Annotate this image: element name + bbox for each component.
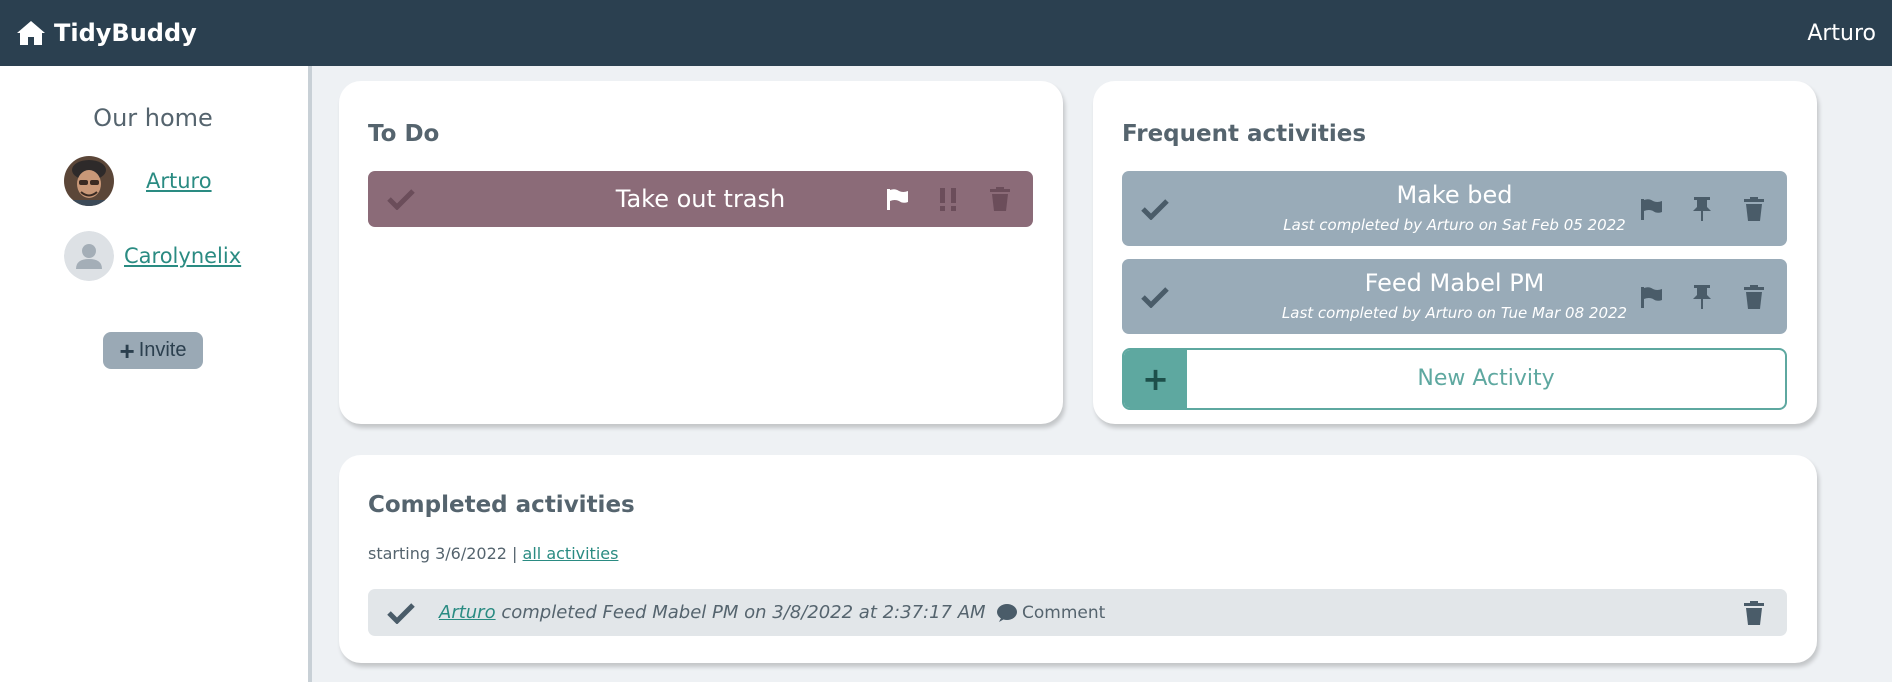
- flag-icon[interactable]: [1637, 283, 1665, 311]
- comment-button[interactable]: Comment: [996, 589, 1105, 636]
- date-range: starting 3/6/2022 | all activities: [368, 544, 618, 563]
- flag-icon[interactable]: [1637, 195, 1665, 223]
- member-arturo: Arturo: [64, 156, 212, 206]
- completed-entry-text: Arturo completed Feed Mabel PM on 3/8/20…: [439, 589, 986, 636]
- completed-title: Completed activities: [368, 492, 635, 518]
- plus-icon: +: [119, 335, 135, 366]
- entry-user-link[interactable]: Arturo: [439, 602, 496, 623]
- home-icon: [17, 21, 45, 45]
- invite-button[interactable]: + Invite: [103, 332, 203, 369]
- entry-description: completed Feed Mabel PM on 3/8/2022 at 2…: [501, 602, 986, 623]
- priority-icon[interactable]: [933, 185, 963, 213]
- trash-icon[interactable]: [1740, 283, 1768, 311]
- plus-icon: +: [1124, 350, 1187, 408]
- member-link-arturo[interactable]: Arturo: [146, 169, 212, 193]
- completed-entry: Arturo completed Feed Mabel PM on 3/8/20…: [368, 589, 1787, 636]
- frequent-title: Frequent activities: [1122, 121, 1367, 147]
- avatar: [64, 231, 114, 281]
- new-activity-button[interactable]: + New Activity: [1122, 348, 1787, 410]
- member-carolynelix: Carolynelix: [64, 231, 241, 281]
- avatar: [64, 156, 114, 206]
- invite-label: Invite: [138, 339, 187, 361]
- trash-icon[interactable]: [1740, 195, 1768, 223]
- trash-icon[interactable]: [986, 185, 1014, 213]
- check-icon[interactable]: [386, 185, 416, 213]
- home-title: Our home: [93, 104, 213, 132]
- starting-text: starting 3/6/2022 |: [368, 544, 518, 563]
- pin-icon[interactable]: [1688, 195, 1716, 223]
- check-icon: [386, 599, 416, 627]
- frequent-item: Feed Mabel PM Last completed by Arturo o…: [1122, 259, 1787, 334]
- pin-icon[interactable]: [1688, 283, 1716, 311]
- completed-activities-card: Completed activities starting 3/6/2022 |…: [339, 455, 1817, 663]
- brand[interactable]: TidyBuddy: [16, 19, 197, 47]
- app-name: TidyBuddy: [54, 19, 197, 47]
- sidebar: Our home Arturo Carolynelix + Invite: [0, 66, 312, 682]
- trash-icon[interactable]: [1740, 599, 1768, 627]
- flag-icon[interactable]: [883, 185, 911, 213]
- comment-icon: [997, 603, 1017, 622]
- check-icon[interactable]: [1140, 195, 1170, 223]
- comment-label: Comment: [1022, 602, 1106, 623]
- check-icon[interactable]: [1140, 283, 1170, 311]
- all-activities-link[interactable]: all activities: [523, 544, 619, 563]
- top-bar: TidyBuddy Arturo: [0, 0, 1892, 66]
- todo-card: To Do Take out trash: [339, 81, 1063, 424]
- user-menu[interactable]: Arturo: [1807, 21, 1876, 46]
- todo-item: Take out trash: [368, 171, 1033, 227]
- todo-title: To Do: [368, 121, 440, 147]
- frequent-activities-card: Frequent activities Make bed Last comple…: [1093, 81, 1817, 424]
- frequent-item: Make bed Last completed by Arturo on Sat…: [1122, 171, 1787, 246]
- new-activity-label: New Activity: [1417, 366, 1555, 391]
- member-link-carolynelix[interactable]: Carolynelix: [124, 244, 241, 268]
